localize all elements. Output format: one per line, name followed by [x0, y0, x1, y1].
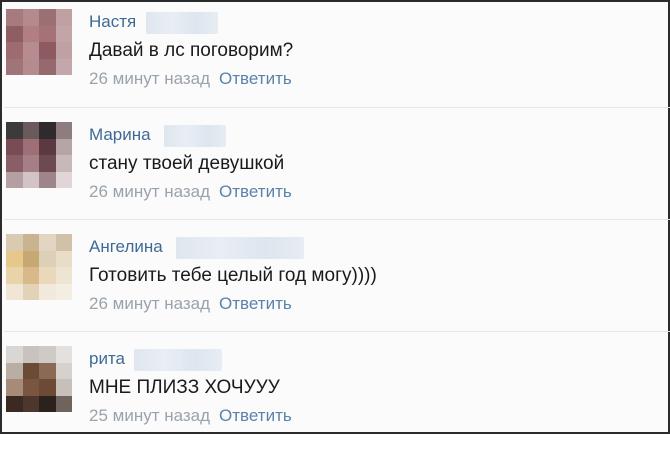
avatar-pixel	[55, 283, 72, 300]
comment-item: Ангелина Готовить тебе целый год могу)))…	[4, 229, 670, 339]
comment-author[interactable]: рита	[89, 349, 125, 369]
avatar-pixel	[39, 234, 56, 251]
reply-link[interactable]: Ответить	[219, 182, 292, 201]
comment-item: рита МНЕ ПЛИЗЗ ХОЧУУУ 25 минут назад Отве…	[4, 341, 670, 451]
avatar-pixel	[22, 122, 39, 139]
avatar-pixel	[22, 379, 39, 396]
comment-text: Давай в лс поговорим?	[89, 40, 294, 61]
avatar-pixel	[6, 267, 23, 284]
avatar-pixel	[22, 267, 39, 284]
avatar[interactable]	[6, 9, 72, 75]
avatar-pixel	[22, 171, 39, 188]
avatar-pixel	[55, 25, 72, 42]
divider	[4, 331, 670, 332]
comment-author[interactable]: Ангелина	[89, 237, 163, 257]
avatar-pixel	[6, 250, 23, 267]
avatar-pixel	[55, 58, 72, 75]
avatar-pixel	[55, 42, 72, 59]
blurred-surname	[146, 12, 218, 34]
avatar-pixel	[55, 379, 72, 396]
avatar[interactable]	[6, 234, 72, 300]
avatar[interactable]	[6, 122, 72, 188]
avatar-pixel	[22, 155, 39, 172]
avatar-pixel	[6, 283, 23, 300]
comment-time[interactable]: 26 минут назад	[89, 294, 210, 313]
comment-author[interactable]: Настя	[89, 12, 136, 32]
avatar-pixel	[22, 58, 39, 75]
avatar-pixel	[39, 362, 56, 379]
avatar-pixel	[55, 267, 72, 284]
avatar-pixel	[6, 379, 23, 396]
avatar-pixel	[6, 25, 23, 42]
avatar-pixel	[22, 25, 39, 42]
avatar-pixel	[6, 171, 23, 188]
avatar-pixel	[39, 122, 56, 139]
avatar-pixel	[39, 267, 56, 284]
blurred-surname	[134, 349, 222, 371]
comment-text: МНЕ ПЛИЗЗ ХОЧУУУ	[89, 377, 280, 398]
comment-item: Марина стану твоей девушкой 26 минут наз…	[4, 117, 670, 227]
avatar-pixel	[39, 25, 56, 42]
avatar-pixel	[6, 155, 23, 172]
avatar-pixel	[6, 362, 23, 379]
avatar-pixel	[39, 155, 56, 172]
avatar-pixel	[55, 9, 72, 26]
avatar-pixel	[22, 346, 39, 363]
avatar-pixel	[39, 283, 56, 300]
reply-link[interactable]: Ответить	[219, 69, 292, 88]
avatar-pixel	[22, 250, 39, 267]
comment-item: Настя Давай в лс поговорим? 26 минут наз…	[4, 4, 670, 114]
reply-link[interactable]: Ответить	[219, 294, 292, 313]
avatar-pixel	[22, 234, 39, 251]
divider	[4, 107, 670, 108]
comment-time[interactable]: 26 минут назад	[89, 69, 210, 88]
avatar-pixel	[55, 395, 72, 412]
avatar-pixel	[22, 9, 39, 26]
avatar-pixel	[6, 138, 23, 155]
avatar-pixel	[22, 395, 39, 412]
avatar-pixel	[22, 362, 39, 379]
avatar-pixel	[39, 395, 56, 412]
avatar-pixel	[55, 346, 72, 363]
comment-time[interactable]: 25 минут назад	[89, 406, 210, 425]
avatar-pixel	[6, 346, 23, 363]
divider	[4, 219, 670, 220]
comment-time[interactable]: 26 минут назад	[89, 182, 210, 201]
avatar-pixel	[55, 234, 72, 251]
avatar-pixel	[6, 58, 23, 75]
avatar-pixel	[39, 138, 56, 155]
avatar-pixel	[55, 250, 72, 267]
comment-text: Готовить тебе целый год могу))))	[89, 265, 377, 286]
avatar-pixel	[55, 138, 72, 155]
avatar-pixel	[39, 346, 56, 363]
avatar-pixel	[6, 122, 23, 139]
comments-panel: Настя Давай в лс поговорим? 26 минут наз…	[0, 0, 670, 434]
avatar-pixel	[39, 379, 56, 396]
avatar-pixel	[55, 171, 72, 188]
avatar-pixel	[39, 171, 56, 188]
avatar-pixel	[39, 9, 56, 26]
avatar-pixel	[39, 42, 56, 59]
avatar-pixel	[6, 395, 23, 412]
avatar-pixel	[22, 138, 39, 155]
blurred-surname	[164, 125, 226, 147]
reply-link[interactable]: Ответить	[219, 406, 292, 425]
blurred-surname	[176, 237, 304, 259]
avatar-pixel	[6, 42, 23, 59]
avatar-pixel	[6, 9, 23, 26]
avatar-pixel	[55, 122, 72, 139]
avatar-pixel	[22, 283, 39, 300]
comment-author[interactable]: Марина	[89, 125, 151, 145]
avatar-pixel	[6, 234, 23, 251]
avatar-pixel	[55, 155, 72, 172]
comment-text: стану твоей девушкой	[89, 153, 285, 174]
avatar-pixel	[39, 58, 56, 75]
avatar-pixel	[55, 362, 72, 379]
avatar-pixel	[39, 250, 56, 267]
avatar[interactable]	[6, 346, 72, 412]
avatar-pixel	[22, 42, 39, 59]
